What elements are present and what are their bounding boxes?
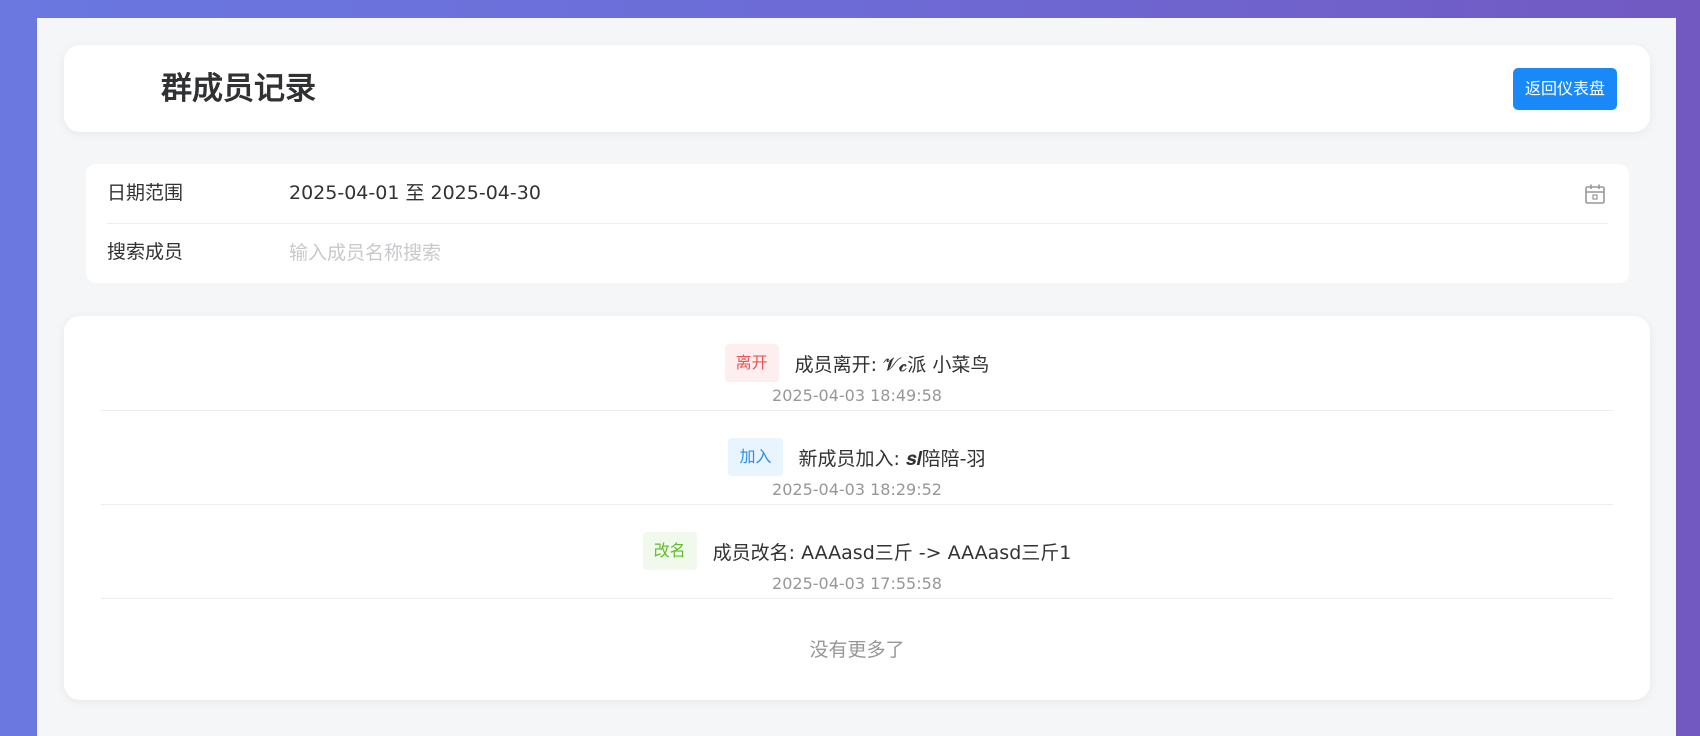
record-item: 改名 成员改名: AAAasd三斤 -> AAAasd三斤1 2025-04-0…	[101, 504, 1613, 599]
date-range-field[interactable]: 日期范围 2025-04-01 至 2025-04-30	[86, 164, 1629, 223]
record-item: 离开 成员离开: 𝓥𝓬派 小菜鸟 2025-04-03 18:49:58	[101, 316, 1613, 411]
calendar-icon[interactable]	[1584, 183, 1606, 205]
header-card: 群成员记录 返回仪表盘	[64, 45, 1650, 132]
back-to-dashboard-button[interactable]: 返回仪表盘	[1513, 68, 1617, 110]
date-range-value[interactable]: 2025-04-01 至 2025-04-30	[289, 164, 541, 223]
page-title: 群成员记录	[161, 71, 316, 107]
record-line: 改名 成员改名: AAAasd三斤 -> AAAasd三斤1	[101, 532, 1613, 570]
record-text: 新成员加入: 𝒔𝒍陪陪-羽	[798, 447, 986, 470]
no-more-text: 没有更多了	[809, 639, 905, 661]
rename-tag: 改名	[642, 532, 697, 570]
record-item: 加入 新成员加入: 𝒔𝒍陪陪-羽 2025-04-03 18:29:52	[101, 410, 1613, 505]
record-line: 离开 成员离开: 𝓥𝓬派 小菜鸟	[101, 344, 1613, 382]
member-search-label: 搜索成员	[107, 241, 184, 263]
record-text: 成员离开: 𝓥𝓬派 小菜鸟	[794, 353, 990, 376]
date-range-label: 日期范围	[107, 182, 184, 204]
record-list: 离开 成员离开: 𝓥𝓬派 小菜鸟 2025-04-03 18:49:58 加入 …	[64, 316, 1650, 700]
page-container: 群成员记录 返回仪表盘 日期范围 2025-04-01 至 2025-04-30…	[37, 18, 1676, 736]
leave-tag: 离开	[724, 344, 779, 382]
record-time: 2025-04-03 17:55:58	[772, 574, 942, 593]
filter-card: 日期范围 2025-04-01 至 2025-04-30 搜索成员	[86, 164, 1629, 283]
record-time: 2025-04-03 18:29:52	[772, 480, 942, 499]
record-text: 成员改名: AAAasd三斤 -> AAAasd三斤1	[712, 541, 1072, 564]
record-line: 加入 新成员加入: 𝒔𝒍陪陪-羽	[101, 438, 1613, 476]
record-time: 2025-04-03 18:49:58	[772, 386, 942, 405]
member-search-input[interactable]	[289, 235, 1589, 271]
member-search-field[interactable]: 搜索成员	[86, 223, 1629, 283]
join-tag: 加入	[728, 438, 783, 476]
